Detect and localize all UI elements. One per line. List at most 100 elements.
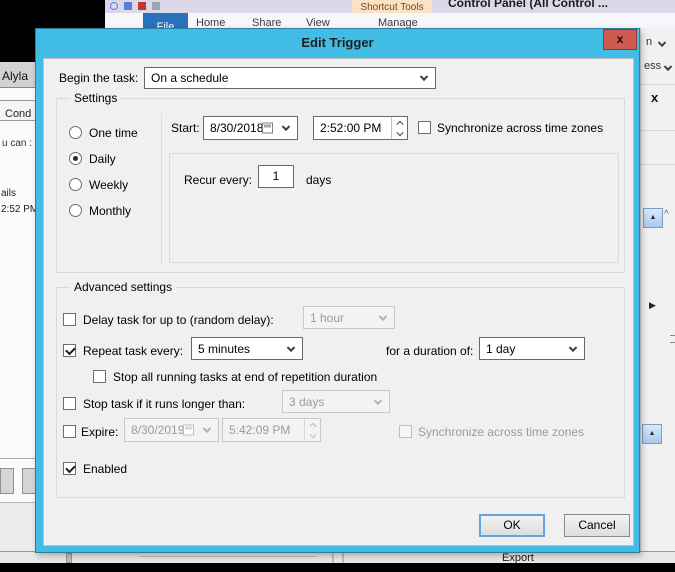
expire-time-spinner: 5:42:09 PM bbox=[222, 418, 321, 442]
qat-window-icon[interactable] bbox=[124, 2, 132, 10]
ribbon-tab-row: File Home Share View Manage bbox=[105, 13, 675, 28]
start-date-picker[interactable]: 8/30/2018 bbox=[203, 116, 298, 140]
divider bbox=[140, 556, 316, 557]
edit-trigger-dialog: Edit Trigger x Begin the task: On a sche… bbox=[35, 28, 640, 553]
chevron-down-icon bbox=[664, 63, 672, 71]
radio-one-time[interactable] bbox=[69, 126, 82, 139]
repeat-interval-value: 5 minutes bbox=[198, 342, 250, 356]
chevron-down-icon bbox=[282, 123, 290, 131]
duration-label: for a duration of: bbox=[386, 344, 473, 358]
spinner bbox=[391, 117, 407, 139]
recur-input[interactable]: 1 bbox=[258, 165, 294, 188]
ok-button[interactable]: OK bbox=[479, 514, 545, 537]
chevron-down-icon bbox=[203, 425, 211, 433]
chevron-up-icon bbox=[396, 120, 403, 127]
radio-monthly-label: Monthly bbox=[89, 204, 131, 218]
qat-misc-icon[interactable] bbox=[152, 2, 160, 10]
grip-icon[interactable] bbox=[670, 335, 675, 343]
enabled-label: Enabled bbox=[83, 462, 127, 476]
delay-select: 1 hour bbox=[303, 306, 395, 329]
chevron-down-icon bbox=[658, 39, 666, 47]
sync-timezones-checkbox[interactable] bbox=[418, 121, 431, 134]
sync-timezones-label: Synchronize across time zones bbox=[437, 121, 603, 135]
chevron-down-icon bbox=[287, 343, 295, 351]
cancel-button[interactable]: Cancel bbox=[564, 514, 630, 537]
open-button-stub[interactable]: n bbox=[646, 36, 652, 48]
calendar-icon bbox=[262, 123, 273, 134]
background-window-title: Control Panel (All Control ... bbox=[448, 0, 675, 13]
tab-home[interactable]: Home bbox=[196, 17, 225, 28]
stop-longer-checkbox[interactable] bbox=[63, 397, 76, 410]
divider bbox=[641, 130, 675, 131]
chevron-down-icon bbox=[569, 343, 577, 351]
expand-right-icon[interactable]: ▶ bbox=[649, 300, 656, 311]
chevron-down-icon bbox=[374, 396, 382, 404]
close-button[interactable]: x bbox=[603, 29, 637, 50]
arrow-up-icon: ▲ bbox=[650, 214, 657, 221]
spin-down-button[interactable] bbox=[392, 128, 407, 139]
background-left-pane: Alyla Cond u can : ails 2:52 PM bbox=[0, 0, 35, 572]
tab-view[interactable]: View bbox=[306, 17, 330, 28]
expire-sync-label: Synchronize across time zones bbox=[418, 425, 584, 439]
tab-share[interactable]: Share bbox=[252, 17, 281, 28]
delay-label: Delay task for up to (random delay): bbox=[83, 313, 274, 327]
chevron-down-icon bbox=[379, 312, 387, 320]
repeat-interval-select[interactable]: 5 minutes bbox=[191, 337, 303, 360]
expire-date-picker: 8/30/2019 bbox=[124, 418, 219, 442]
close-icon: x bbox=[617, 32, 624, 46]
advanced-settings-legend: Advanced settings bbox=[70, 280, 176, 294]
radio-monthly[interactable] bbox=[69, 204, 82, 217]
tab-file[interactable]: File bbox=[143, 13, 188, 28]
stop-longer-value: 3 days bbox=[289, 395, 324, 409]
divider bbox=[66, 553, 72, 563]
expire-label: Expire: bbox=[81, 425, 118, 439]
calendar-icon bbox=[183, 425, 194, 436]
start-time-spinner[interactable]: 2:52:00 PM bbox=[313, 116, 408, 140]
radio-daily[interactable] bbox=[69, 152, 82, 165]
shortcut-tools-tab[interactable]: Shortcut Tools bbox=[352, 0, 432, 13]
expire-checkbox[interactable] bbox=[63, 425, 76, 438]
spin-up-button[interactable] bbox=[392, 117, 407, 128]
divider bbox=[0, 458, 35, 459]
radio-weekly[interactable] bbox=[69, 178, 82, 191]
scroll-up-button[interactable]: ▲ bbox=[642, 424, 662, 444]
stop-all-label: Stop all running tasks at end of repetit… bbox=[113, 370, 377, 384]
repeat-checkbox[interactable] bbox=[63, 344, 76, 357]
background-strip bbox=[0, 503, 35, 551]
pane-close-button[interactable]: x bbox=[651, 90, 658, 105]
background-text-stub: u can : bbox=[2, 138, 32, 149]
expire-time-value: 5:42:09 PM bbox=[229, 423, 290, 437]
start-label: Start: bbox=[171, 121, 200, 135]
spin-down-button bbox=[305, 430, 320, 441]
easy-access-stub[interactable]: ess bbox=[644, 60, 661, 72]
tab-manage[interactable]: Manage bbox=[378, 17, 418, 28]
expire-sync-checkbox bbox=[399, 425, 412, 438]
dialog-title: Edit Trigger bbox=[36, 29, 639, 57]
chevron-up-icon bbox=[309, 422, 316, 429]
back-icon[interactable] bbox=[110, 2, 118, 10]
radio-daily-label: Daily bbox=[89, 152, 116, 166]
conditions-tab-stub[interactable]: Cond bbox=[0, 100, 38, 121]
background-window-tab-stub[interactable]: Alyla bbox=[0, 62, 35, 88]
background-black-region bbox=[0, 563, 675, 572]
spinner bbox=[304, 419, 320, 441]
begin-task-select[interactable]: On a schedule bbox=[144, 67, 436, 89]
enabled-checkbox[interactable] bbox=[63, 462, 76, 475]
background-button-fragment bbox=[0, 468, 14, 494]
scroll-up-button[interactable]: ▲ bbox=[643, 208, 663, 228]
stop-longer-select: 3 days bbox=[282, 390, 390, 413]
chevron-down-icon bbox=[420, 73, 428, 81]
screen: Shortcut Tools Control Panel (All Contro… bbox=[0, 0, 675, 572]
delay-checkbox[interactable] bbox=[63, 313, 76, 326]
stop-all-checkbox[interactable] bbox=[93, 370, 106, 383]
qat-save-icon[interactable] bbox=[138, 2, 146, 10]
settings-legend: Settings bbox=[70, 91, 121, 105]
spin-up-button bbox=[305, 419, 320, 430]
delay-value: 1 hour bbox=[310, 311, 344, 325]
stop-longer-label: Stop task if it runs longer than: bbox=[83, 397, 245, 411]
details-text-stub: ails bbox=[1, 188, 16, 199]
duration-select[interactable]: 1 day bbox=[479, 337, 585, 360]
time-text-stub: 2:52 PM bbox=[1, 204, 38, 215]
radio-one-time-label: One time bbox=[89, 126, 138, 140]
recur-unit-label: days bbox=[306, 173, 331, 187]
